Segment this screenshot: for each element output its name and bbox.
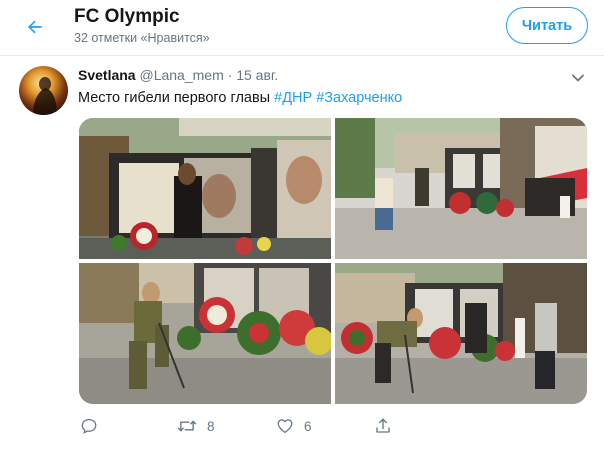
hashtag-zakharchenko[interactable]: #Захарченко bbox=[316, 90, 402, 106]
tweet[interactable]: Svetlana @Lana_mem · 15 авг. Место гибел… bbox=[0, 56, 604, 452]
photo-1[interactable] bbox=[79, 118, 331, 259]
retweet-button[interactable]: 8 bbox=[177, 417, 215, 435]
meta-separator: · bbox=[227, 67, 233, 83]
photo-3[interactable] bbox=[79, 263, 331, 404]
tweet-actions: 8 6 bbox=[80, 417, 400, 441]
share-icon bbox=[376, 418, 390, 433]
tweet-menu-button[interactable] bbox=[568, 68, 588, 88]
photo-2[interactable] bbox=[335, 118, 587, 259]
share-button[interactable] bbox=[374, 417, 392, 435]
tweet-body: Место гибели первого главы bbox=[78, 90, 271, 106]
avatar[interactable] bbox=[19, 66, 68, 115]
hashtag-dnr[interactable]: #ДНР bbox=[274, 90, 312, 106]
author-handle[interactable]: @Lana_mem bbox=[139, 67, 223, 83]
photo-4[interactable] bbox=[335, 263, 587, 404]
reply-icon bbox=[81, 418, 97, 434]
photo-grid bbox=[79, 118, 587, 404]
back-button[interactable] bbox=[18, 10, 52, 44]
like-count: 6 bbox=[304, 418, 312, 434]
likes-count-subtitle: 32 отметки «Нравится» bbox=[74, 31, 210, 45]
retweet-count: 8 bbox=[207, 418, 215, 434]
back-arrow-icon bbox=[28, 20, 42, 34]
follow-button[interactable]: Читать bbox=[506, 7, 588, 44]
like-button[interactable]: 6 bbox=[276, 417, 312, 435]
like-icon bbox=[277, 419, 293, 434]
tweet-meta: Svetlana @Lana_mem · 15 авг. bbox=[78, 67, 278, 83]
retweet-icon bbox=[177, 420, 197, 432]
avatar-image bbox=[19, 66, 68, 115]
caret-down-icon bbox=[572, 74, 584, 82]
profile-title: FC Olympic bbox=[74, 6, 180, 27]
profile-header: FC Olympic 32 отметки «Нравится» Читать bbox=[0, 0, 604, 56]
author-name[interactable]: Svetlana bbox=[78, 67, 136, 83]
reply-button[interactable] bbox=[80, 417, 108, 435]
tweet-date[interactable]: 15 авг. bbox=[236, 67, 278, 83]
tweet-text: Место гибели первого главы #ДНР #Захарче… bbox=[78, 90, 402, 106]
